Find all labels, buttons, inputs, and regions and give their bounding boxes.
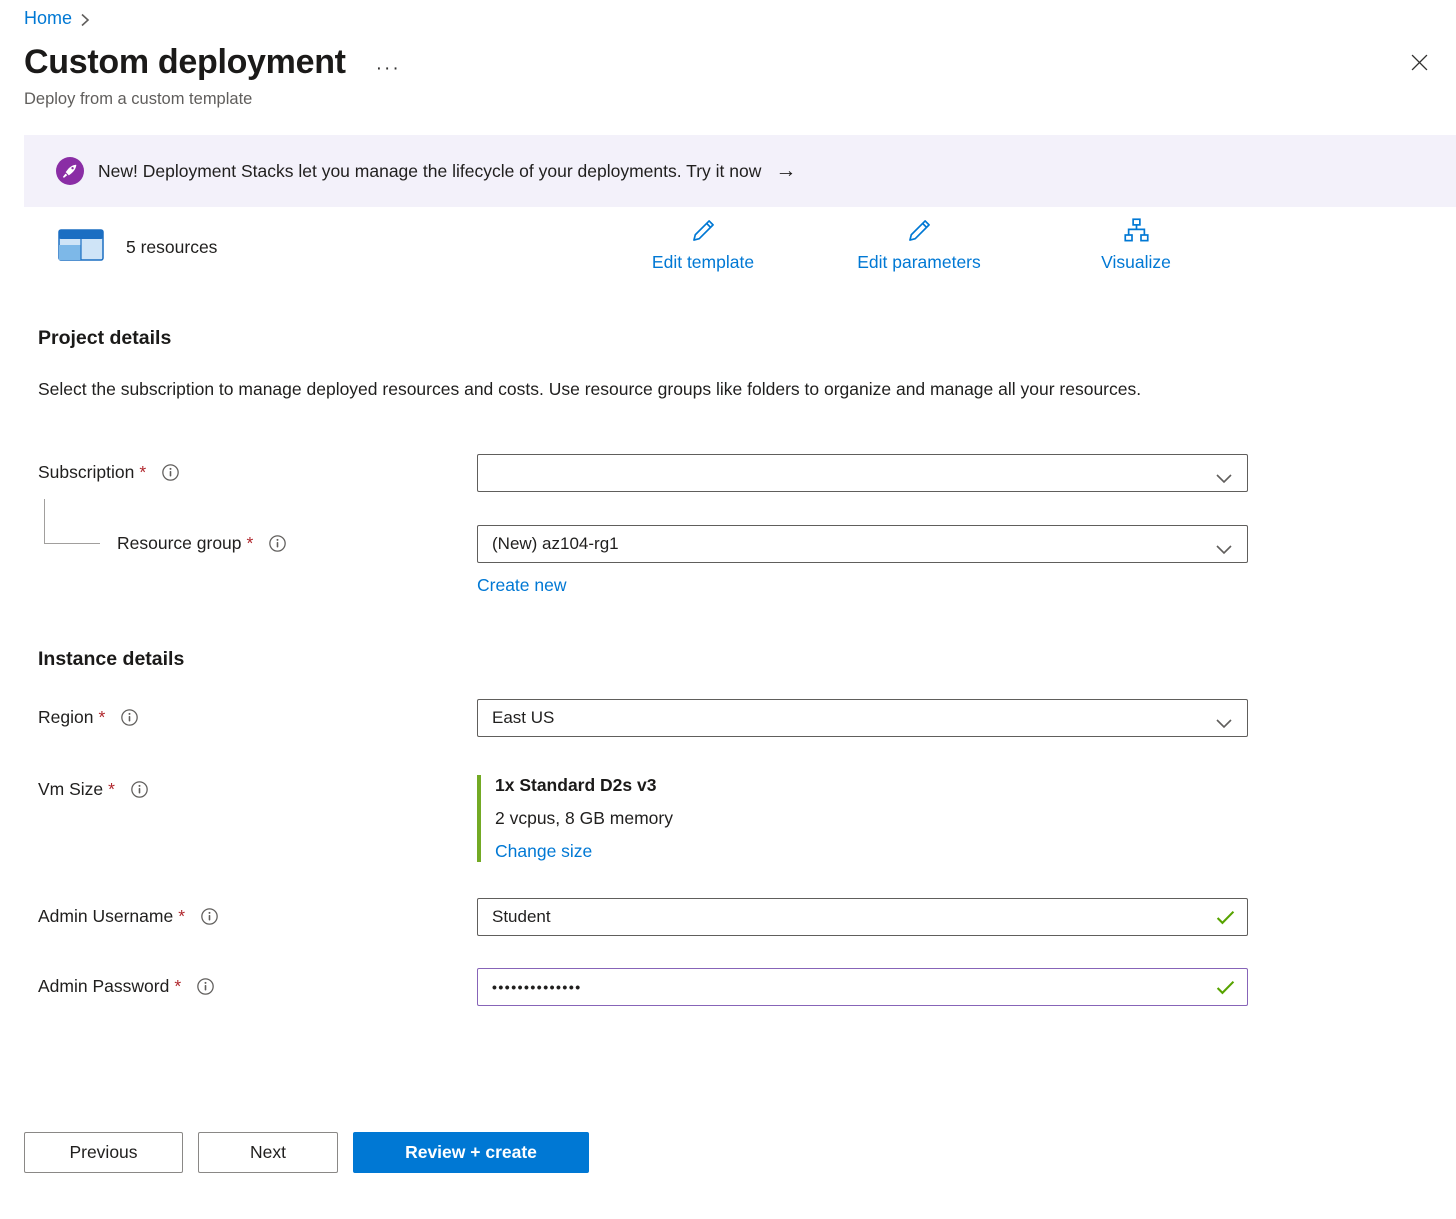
pencil-icon bbox=[690, 217, 717, 249]
subscription-row: Subscription * bbox=[0, 454, 1456, 492]
admin-password-label: Admin Password bbox=[38, 976, 169, 997]
resource-group-label: Resource group bbox=[117, 533, 242, 554]
resource-group-value: (New) az104-rg1 bbox=[492, 534, 619, 554]
region-row: Region * East US bbox=[0, 699, 1456, 737]
close-icon[interactable] bbox=[1407, 50, 1432, 75]
change-size-link[interactable]: Change size bbox=[495, 841, 592, 862]
required-asterisk: * bbox=[247, 533, 254, 554]
edit-parameters-label: Edit parameters bbox=[857, 252, 981, 273]
template-bar: 5 resources Edit template Edit parameter… bbox=[0, 215, 1456, 281]
vm-size-specs: 2 vcpus, 8 GB memory bbox=[495, 808, 1248, 829]
resources-count: 5 resources bbox=[126, 237, 217, 258]
banner-message[interactable]: New! Deployment Stacks let you manage th… bbox=[98, 161, 761, 182]
resource-group-icon bbox=[58, 227, 104, 268]
subscription-label: Subscription bbox=[38, 462, 134, 483]
info-icon[interactable] bbox=[131, 781, 148, 798]
page-subtitle: Deploy from a custom template bbox=[0, 82, 1456, 109]
vm-size-label-group: Vm Size * bbox=[38, 775, 477, 800]
required-asterisk: * bbox=[139, 462, 146, 483]
arrow-right-icon[interactable]: → bbox=[775, 159, 796, 183]
admin-password-input[interactable] bbox=[477, 968, 1248, 1006]
visualize-button[interactable]: Visualize bbox=[1090, 217, 1182, 273]
region-dropdown[interactable]: East US bbox=[477, 699, 1248, 737]
rocket-icon bbox=[56, 157, 84, 185]
info-icon[interactable] bbox=[269, 535, 286, 552]
valid-check-icon bbox=[1216, 910, 1235, 930]
create-new-link[interactable]: Create new bbox=[477, 575, 567, 596]
resource-group-row: Resource group * (New) az104-rg1 bbox=[0, 525, 1456, 563]
edit-parameters-button[interactable]: Edit parameters bbox=[838, 217, 1000, 273]
admin-password-row: Admin Password * bbox=[0, 968, 1456, 1006]
chevron-down-icon bbox=[1216, 714, 1232, 734]
region-label-group: Region * bbox=[38, 707, 477, 728]
review-create-button[interactable]: Review + create bbox=[353, 1132, 589, 1173]
admin-username-label: Admin Username bbox=[38, 906, 173, 927]
breadcrumb-home-link[interactable]: Home bbox=[24, 8, 72, 29]
project-details-heading: Project details bbox=[38, 327, 1456, 350]
vm-size-value: 1x Standard D2s v3 bbox=[495, 775, 1248, 796]
admin-username-input[interactable] bbox=[477, 898, 1248, 936]
visualize-icon bbox=[1123, 217, 1150, 249]
project-details-description: Select the subscription to manage deploy… bbox=[38, 374, 1188, 406]
previous-button[interactable]: Previous bbox=[24, 1132, 183, 1173]
admin-username-row: Admin Username * bbox=[0, 898, 1456, 936]
vm-size-label: Vm Size bbox=[38, 779, 103, 800]
wizard-footer: Previous Next Review + create bbox=[0, 1132, 1456, 1173]
admin-username-label-group: Admin Username * bbox=[38, 906, 477, 927]
breadcrumb: Home bbox=[0, 0, 1456, 29]
breadcrumb-chevron-icon bbox=[80, 13, 90, 27]
region-value: East US bbox=[492, 708, 554, 728]
info-icon[interactable] bbox=[121, 709, 138, 726]
more-options-icon[interactable]: ··· bbox=[376, 58, 401, 80]
subscription-label-group: Subscription * bbox=[38, 462, 477, 483]
vm-size-summary: 1x Standard D2s v3 2 vcpus, 8 GB memory … bbox=[477, 775, 1248, 862]
pencil-icon bbox=[906, 217, 933, 249]
page-header: Custom deployment ··· bbox=[0, 29, 1456, 82]
required-asterisk: * bbox=[174, 976, 181, 997]
deployment-stacks-banner[interactable]: New! Deployment Stacks let you manage th… bbox=[24, 135, 1456, 207]
subscription-dropdown[interactable] bbox=[477, 454, 1248, 492]
required-asterisk: * bbox=[98, 707, 105, 728]
chevron-down-icon bbox=[1216, 469, 1232, 489]
vm-size-row: Vm Size * 1x Standard D2s v3 2 vcpus, 8 … bbox=[0, 775, 1456, 862]
chevron-down-icon bbox=[1216, 540, 1232, 560]
required-asterisk: * bbox=[178, 906, 185, 927]
info-icon[interactable] bbox=[162, 464, 179, 481]
hierarchy-connector bbox=[44, 499, 100, 544]
template-resources: 5 resources bbox=[58, 227, 217, 268]
info-icon[interactable] bbox=[197, 978, 214, 995]
info-icon[interactable] bbox=[201, 908, 218, 925]
next-button[interactable]: Next bbox=[198, 1132, 338, 1173]
custom-deployment-page: Home Custom deployment ··· Deploy from a… bbox=[0, 0, 1456, 1173]
valid-check-icon bbox=[1216, 980, 1235, 1000]
edit-template-button[interactable]: Edit template bbox=[633, 217, 773, 273]
edit-template-label: Edit template bbox=[652, 252, 754, 273]
page-title: Custom deployment bbox=[24, 43, 346, 82]
region-label: Region bbox=[38, 707, 93, 728]
visualize-label: Visualize bbox=[1101, 252, 1171, 273]
required-asterisk: * bbox=[108, 779, 115, 800]
resource-group-label-group: Resource group * bbox=[38, 533, 477, 554]
admin-password-label-group: Admin Password * bbox=[38, 976, 477, 997]
instance-details-heading: Instance details bbox=[38, 648, 1456, 671]
resource-group-dropdown[interactable]: (New) az104-rg1 bbox=[477, 525, 1248, 563]
